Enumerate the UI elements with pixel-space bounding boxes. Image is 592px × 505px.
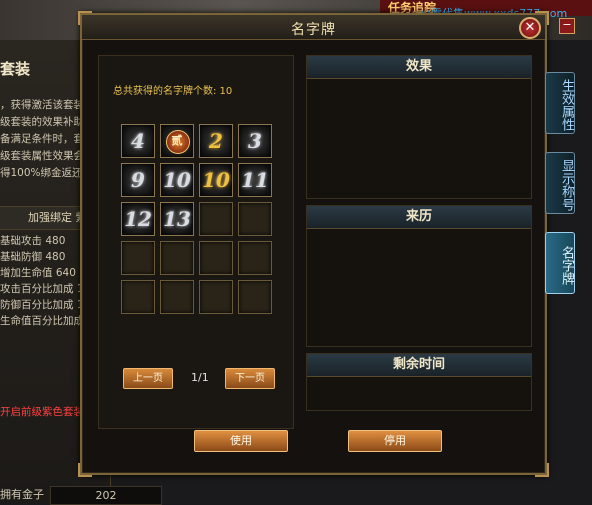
nameplate-slot[interactable]: 2 <box>199 124 233 158</box>
empty-slot <box>199 241 233 275</box>
remaining-time-header: 剩余时间 <box>307 354 531 377</box>
empty-slot <box>121 241 155 275</box>
nameplate-dialog: 名字牌 ✕ 总共获得的名字牌个数: 10 4 贰 2 3 9 10 10 11 12 13 上一页… <box>78 11 549 477</box>
source-section: 来历 <box>306 205 532 347</box>
nameplate-glyph: 4 <box>131 129 145 153</box>
pager: 上一页 1/1 下一页 <box>123 368 283 389</box>
nameplate-glyph: 10 <box>202 168 230 192</box>
money-row: 拥有金子 202 <box>0 486 162 505</box>
frame-corner-ornament <box>78 463 92 477</box>
empty-slot <box>199 280 233 314</box>
effect-header: 效果 <box>307 56 531 79</box>
source-header: 来历 <box>307 206 531 229</box>
nameplate-slot[interactable]: 4 <box>121 124 155 158</box>
nameplate-list-panel: 总共获得的名字牌个数: 10 4 贰 2 3 9 10 10 11 12 13 上一页 1/1 下… <box>98 55 294 429</box>
nameplate-slot[interactable]: 13 <box>160 202 194 236</box>
nameplate-slot[interactable]: 3 <box>238 124 272 158</box>
money-value: 202 <box>50 486 162 505</box>
nameplate-glyph: 9 <box>131 168 145 192</box>
close-icon: ✕ <box>524 20 536 35</box>
use-button[interactable]: 使用 <box>194 430 288 452</box>
remaining-time-section: 剩余时间 <box>306 353 532 411</box>
tab-show-title[interactable]: 显示称号 <box>545 152 575 214</box>
dialog-title-bar[interactable]: 名字牌 <box>82 15 545 40</box>
next-page-button[interactable]: 下一页 <box>225 368 275 389</box>
frame-corner-ornament <box>535 463 549 477</box>
set-stat: 基础攻击 480 <box>0 235 66 247</box>
set-stat: 增加生命值 640 <box>0 267 76 279</box>
nameplate-slot[interactable]: 9 <box>121 163 155 197</box>
stop-button[interactable]: 停用 <box>348 430 442 452</box>
nameplate-glyph: 3 <box>248 129 262 153</box>
empty-slot <box>199 202 233 236</box>
nameplate-count: 总共获得的名字牌个数: 10 <box>113 86 233 97</box>
nameplate-slot[interactable]: 12 <box>121 202 155 236</box>
set-desc-line: 级套装的效果补助 <box>0 116 84 128</box>
nameplate-glyph: 13 <box>163 207 191 231</box>
nameplate-glyph: 2 <box>209 129 223 153</box>
effect-section: 效果 <box>306 55 532 199</box>
empty-slot <box>160 241 194 275</box>
set-stat: 基础防御 480 <box>0 251 66 263</box>
tab-nameplate[interactable]: 名字牌 <box>545 232 575 294</box>
set-window-title: 套装 <box>0 60 31 78</box>
prev-page-button[interactable]: 上一页 <box>123 368 173 389</box>
nameplate-slot[interactable]: 10 <box>199 163 233 197</box>
empty-slot <box>238 202 272 236</box>
nameplate-glyph: 贰 <box>171 134 183 147</box>
tab-effective-attributes[interactable]: 生效属性 <box>545 72 575 134</box>
dialog-title: 名字牌 <box>291 22 336 38</box>
empty-slot <box>238 280 272 314</box>
nameplate-glyph: 11 <box>241 168 269 192</box>
nameplate-slot[interactable]: 10 <box>160 163 194 197</box>
empty-slot <box>121 280 155 314</box>
nameplate-grid: 4 贰 2 3 9 10 10 11 12 13 <box>121 124 281 324</box>
close-button[interactable]: ✕ <box>519 17 541 39</box>
nameplate-slot[interactable]: 11 <box>238 163 272 197</box>
empty-slot <box>160 280 194 314</box>
page-indicator: 1/1 <box>191 371 209 384</box>
money-label: 拥有金子 <box>0 488 44 501</box>
nameplate-glyph: 10 <box>163 168 191 192</box>
nameplate-slot[interactable]: 贰 <box>160 124 194 158</box>
minimize-button[interactable]: − <box>559 18 575 34</box>
nameplate-glyph: 12 <box>124 207 152 231</box>
set-red-notice: 开启前级紫色套装 <box>0 406 84 418</box>
empty-slot <box>238 241 272 275</box>
